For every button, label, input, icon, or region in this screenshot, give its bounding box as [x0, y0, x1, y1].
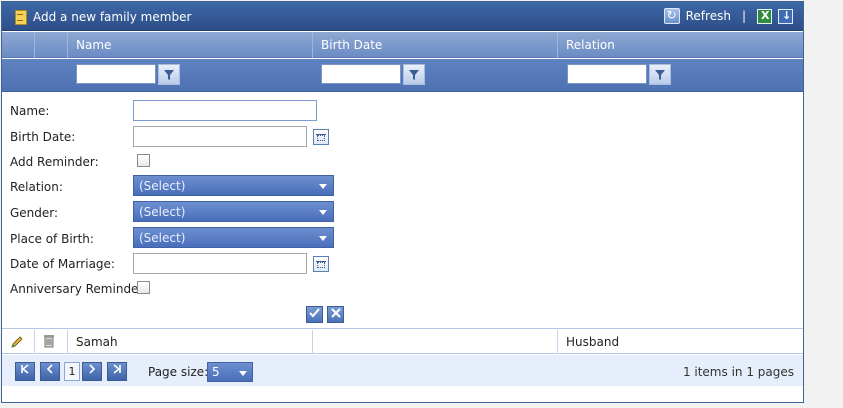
command-bar-actions: Refresh | — [663, 8, 793, 24]
marriage-calendar-button[interactable] — [313, 256, 329, 272]
calendar-grid — [317, 135, 325, 141]
add-reminder-checkbox[interactable] — [137, 154, 150, 167]
calendar-grid — [317, 262, 325, 268]
column-header-row: Name Birth Date Relation — [2, 32, 803, 58]
date-of-marriage-input[interactable] — [133, 253, 307, 274]
current-page-number[interactable]: 1 — [64, 362, 80, 381]
filter-row — [2, 59, 803, 92]
delete-cell[interactable] — [35, 330, 68, 354]
name-input[interactable] — [133, 100, 317, 121]
name-column-header[interactable]: Name — [68, 32, 313, 58]
gender-select-value: (Select) — [139, 205, 186, 219]
birth-date-label: Birth Date: — [10, 130, 76, 144]
pager: 1 Page size: 5 1 items in 1 pages — [2, 355, 803, 386]
birth-date-filter-button[interactable] — [403, 64, 425, 85]
place-of-birth-label: Place of Birth: — [10, 232, 94, 246]
refresh-icon[interactable] — [663, 8, 680, 24]
relation-filter-input[interactable] — [567, 64, 647, 84]
table-row: Samah Husband — [2, 330, 803, 354]
birth-date-input[interactable] — [133, 126, 307, 147]
pencil-icon[interactable] — [10, 335, 24, 349]
page-size-label: Page size: — [148, 365, 209, 379]
filter-icon — [164, 69, 174, 80]
previous-page-button[interactable] — [40, 362, 60, 381]
page-size-value: 5 — [212, 365, 220, 379]
close-icon — [330, 308, 341, 318]
filter-icon — [655, 69, 665, 80]
gender-label: Gender: — [10, 206, 59, 220]
last-page-button[interactable] — [107, 362, 127, 381]
chevron-down-icon — [319, 184, 327, 189]
export-csv-icon[interactable] — [778, 8, 793, 24]
relation-column-header[interactable]: Relation — [558, 32, 803, 58]
gender-select[interactable]: (Select) — [133, 201, 334, 222]
command-bar: Add a new family member Refresh | — [2, 2, 803, 31]
insert-button[interactable] — [306, 306, 323, 323]
relation-filter-button[interactable] — [649, 64, 671, 85]
anniversary-reminder-checkbox[interactable] — [137, 281, 150, 294]
add-reminder-label: Add Reminder: — [10, 155, 99, 169]
edit-column-header — [2, 32, 35, 58]
refresh-button[interactable]: Refresh — [686, 9, 731, 23]
edit-cell[interactable] — [2, 330, 35, 354]
chevron-down-icon — [239, 371, 247, 376]
relation-cell: Husband — [566, 335, 620, 349]
name-label: Name: — [10, 104, 50, 118]
next-page-button[interactable] — [82, 362, 102, 381]
name-cell: Samah — [68, 330, 313, 354]
toolbar-separator: | — [741, 9, 746, 23]
trash-icon[interactable] — [43, 334, 55, 348]
relation-select[interactable]: (Select) — [133, 175, 334, 196]
add-record-icon — [14, 9, 27, 25]
last-page-icon — [113, 364, 121, 374]
pager-info: 1 items in 1 pages — [682, 365, 794, 379]
name-filter-input[interactable] — [76, 64, 156, 84]
birth-date-cell — [313, 330, 558, 354]
export-excel-icon[interactable] — [757, 8, 772, 24]
family-members-grid: Add a new family member Refresh | Name B… — [1, 1, 804, 403]
chevron-left-icon — [46, 364, 53, 374]
add-new-record-label: Add a new family member — [33, 9, 192, 24]
add-new-record-button[interactable]: Add a new family member — [14, 9, 192, 25]
chevron-down-icon — [319, 210, 327, 215]
date-of-marriage-label: Date of Marriage: — [10, 257, 115, 271]
delete-column-header — [35, 32, 68, 58]
chevron-right-icon — [89, 364, 96, 374]
filter-icon — [409, 69, 419, 80]
anniversary-reminder-label: Anniversary Reminder: — [10, 282, 148, 296]
relation-label: Relation: — [10, 180, 63, 194]
insert-form: Name: Birth Date: Add Reminder: Relation… — [2, 93, 803, 329]
first-page-icon — [21, 364, 29, 374]
place-of-birth-select[interactable]: (Select) — [133, 227, 334, 248]
first-page-button[interactable] — [15, 362, 35, 381]
cancel-button[interactable] — [327, 306, 344, 323]
place-of-birth-select-value: (Select) — [139, 231, 186, 245]
check-icon — [309, 308, 320, 318]
birth-date-filter-input[interactable] — [321, 64, 401, 84]
page-size-select[interactable]: 5 — [207, 362, 253, 382]
birth-date-column-header[interactable]: Birth Date — [313, 32, 558, 58]
relation-select-value: (Select) — [139, 179, 186, 193]
name-filter-button[interactable] — [158, 64, 180, 85]
chevron-down-icon — [319, 236, 327, 241]
birth-date-calendar-button[interactable] — [313, 129, 329, 145]
